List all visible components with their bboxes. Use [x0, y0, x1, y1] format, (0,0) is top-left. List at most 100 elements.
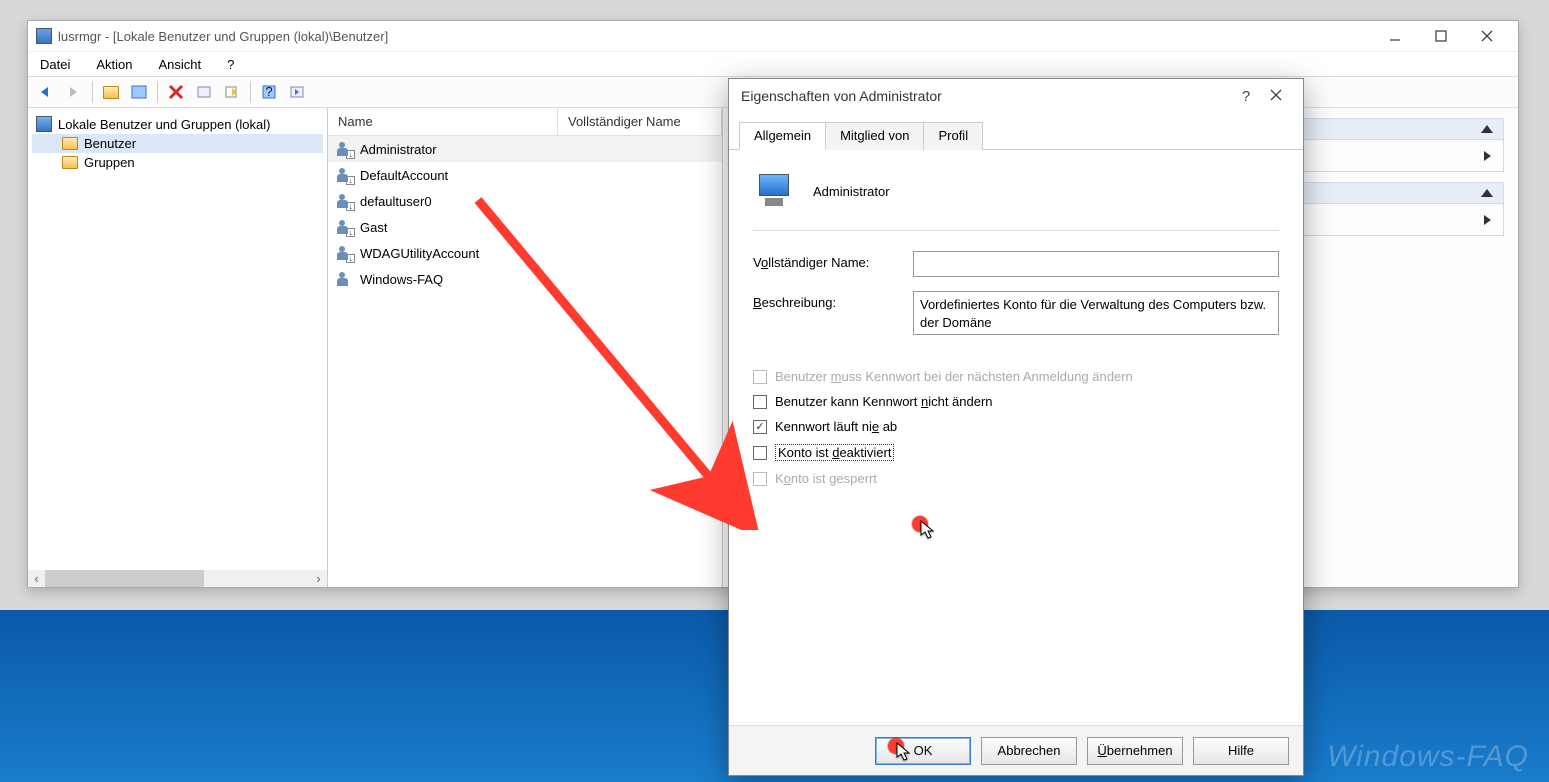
user-icon: ↓ — [336, 166, 354, 184]
check-disabled[interactable]: Konto ist deaktiviert — [753, 444, 1279, 461]
cell-name: Windows-FAQ — [360, 272, 443, 287]
menubar: Datei Aktion Ansicht ? — [28, 51, 1518, 76]
tab-profile[interactable]: Profil — [923, 122, 983, 150]
export-button[interactable] — [220, 80, 244, 104]
titlebar[interactable]: lusrmgr - [Lokale Benutzer und Gruppen (… — [28, 21, 1518, 51]
checkbox-label: Konto ist deaktiviert — [775, 444, 894, 461]
svg-text:?: ? — [265, 84, 272, 99]
delete-button[interactable] — [164, 80, 188, 104]
toolbar-separator — [157, 81, 158, 103]
chevron-right-icon — [1484, 215, 1491, 225]
input-fullname[interactable] — [913, 251, 1279, 277]
toolbar-separator — [250, 81, 251, 103]
dialog-close-button[interactable] — [1261, 89, 1291, 104]
forward-button[interactable] — [62, 80, 86, 104]
ok-button[interactable]: OK — [875, 737, 971, 765]
check-locked: Konto ist gesperrt — [753, 471, 1279, 486]
check-cannotchange[interactable]: Benutzer kann Kennwort nicht ändern — [753, 394, 1279, 409]
apply-button[interactable]: Übernehmen — [1087, 737, 1183, 765]
dialog-help-button[interactable]: ? — [1231, 88, 1261, 105]
tab-general[interactable]: Allgemein — [739, 122, 826, 150]
scroll-left-icon[interactable]: ‹ — [28, 570, 45, 587]
collapse-icon — [1481, 125, 1493, 133]
up-button[interactable] — [99, 80, 123, 104]
folder-icon — [103, 86, 119, 99]
back-button[interactable] — [34, 80, 58, 104]
checkbox[interactable] — [753, 446, 767, 460]
scroll-track[interactable] — [45, 570, 310, 587]
tree-pane: Lokale Benutzer und Gruppen (lokal) Benu… — [28, 108, 328, 587]
user-icon: ↓ — [336, 192, 354, 210]
tree-item-label: Gruppen — [84, 155, 135, 170]
user-icon: ↓ — [336, 218, 354, 236]
maximize-button[interactable] — [1418, 21, 1464, 51]
row-fullname: Vollständiger Name: — [753, 251, 1279, 277]
col-fullname[interactable]: Vollständiger Name — [558, 108, 722, 135]
user-header: Administrator — [753, 164, 1279, 231]
list-row[interactable]: ↓defaultuser0 — [328, 188, 722, 214]
list-row[interactable]: Windows-FAQ — [328, 266, 722, 292]
label-fullname: Vollständiger Name: — [753, 251, 903, 270]
list-row[interactable]: ↓WDAGUtilityAccount — [328, 240, 722, 266]
user-large-icon — [753, 170, 795, 212]
dialog-buttons: OK Abbrechen Übernehmen Hilfe — [729, 725, 1303, 775]
help-button[interactable]: ? — [257, 80, 281, 104]
tabstrip: Allgemein Mitglied von Profil — [729, 113, 1303, 150]
tree-hscrollbar[interactable]: ‹ › — [28, 570, 327, 587]
menu-view[interactable]: Ansicht — [155, 55, 206, 74]
menu-action[interactable]: Aktion — [92, 55, 136, 74]
checkbox — [753, 370, 767, 384]
help-button[interactable]: Hilfe — [1193, 737, 1289, 765]
list-row[interactable]: ↓Administrator — [328, 136, 722, 162]
watermark: Windows-FAQ — [1327, 740, 1529, 774]
properties-button[interactable] — [192, 80, 216, 104]
user-icon — [336, 270, 354, 288]
list-row[interactable]: ↓DefaultAccount — [328, 162, 722, 188]
checkbox[interactable] — [753, 395, 767, 409]
properties-dialog: Eigenschaften von Administrator ? Allgem… — [728, 78, 1304, 776]
cell-name: Administrator — [360, 142, 437, 157]
col-name[interactable]: Name — [328, 108, 558, 135]
menu-file[interactable]: Datei — [36, 55, 74, 74]
chevron-right-icon — [1484, 151, 1491, 161]
tree-item-gruppen[interactable]: Gruppen — [32, 153, 323, 172]
row-description: Beschreibung: Vordefiniertes Konto für d… — [753, 291, 1279, 335]
listview-button[interactable] — [127, 80, 151, 104]
tab-member[interactable]: Mitglied von — [825, 122, 924, 150]
tree-item-benutzer[interactable]: Benutzer — [32, 134, 323, 153]
close-button[interactable] — [1464, 21, 1510, 51]
dialog-title: Eigenschaften von Administrator — [741, 88, 1231, 104]
cell-name: Gast — [360, 220, 387, 235]
cell-name: WDAGUtilityAccount — [360, 246, 479, 261]
check-mustchange: Benutzer muss Kennwort bei der nächsten … — [753, 369, 1279, 384]
app-icon — [36, 28, 52, 44]
list-header: Name Vollständiger Name — [328, 108, 722, 136]
cancel-button[interactable]: Abbrechen — [981, 737, 1077, 765]
input-description[interactable]: Vordefiniertes Konto für die Verwaltung … — [913, 291, 1279, 335]
scroll-right-icon[interactable]: › — [310, 570, 327, 587]
scroll-thumb[interactable] — [45, 570, 204, 587]
checkbox — [753, 472, 767, 486]
tree-root[interactable]: Lokale Benutzer und Gruppen (lokal) — [32, 114, 323, 134]
minimize-button[interactable] — [1372, 21, 1418, 51]
window-title: lusrmgr - [Lokale Benutzer und Gruppen (… — [58, 29, 1372, 44]
checkbox-label: Konto ist gesperrt — [775, 471, 877, 486]
checkbox[interactable]: ✓ — [753, 420, 767, 434]
list-pane: Name Vollständiger Name ↓Administrator ↓… — [328, 108, 723, 587]
menu-help[interactable]: ? — [223, 55, 238, 74]
list-row[interactable]: ↓ Gast — [328, 214, 722, 240]
refresh-button[interactable] — [285, 80, 309, 104]
checkbox-label: Benutzer kann Kennwort nicht ändern — [775, 394, 993, 409]
computer-icon — [36, 116, 52, 132]
folder-icon — [62, 137, 78, 150]
folder-icon — [62, 156, 78, 169]
tree-item-label: Benutzer — [84, 136, 136, 151]
checkbox-label: Kennwort läuft nie ab — [775, 419, 897, 434]
toolbar-separator — [92, 81, 93, 103]
tree-root-label: Lokale Benutzer und Gruppen (lokal) — [58, 117, 270, 132]
checkbox-label: Benutzer muss Kennwort bei der nächsten … — [775, 369, 1133, 384]
dialog-titlebar[interactable]: Eigenschaften von Administrator ? — [729, 79, 1303, 113]
collapse-icon — [1481, 189, 1493, 197]
dialog-body: Administrator Vollständiger Name: Beschr… — [729, 150, 1303, 725]
check-neverexpire[interactable]: ✓ Kennwort läuft nie ab — [753, 419, 1279, 434]
